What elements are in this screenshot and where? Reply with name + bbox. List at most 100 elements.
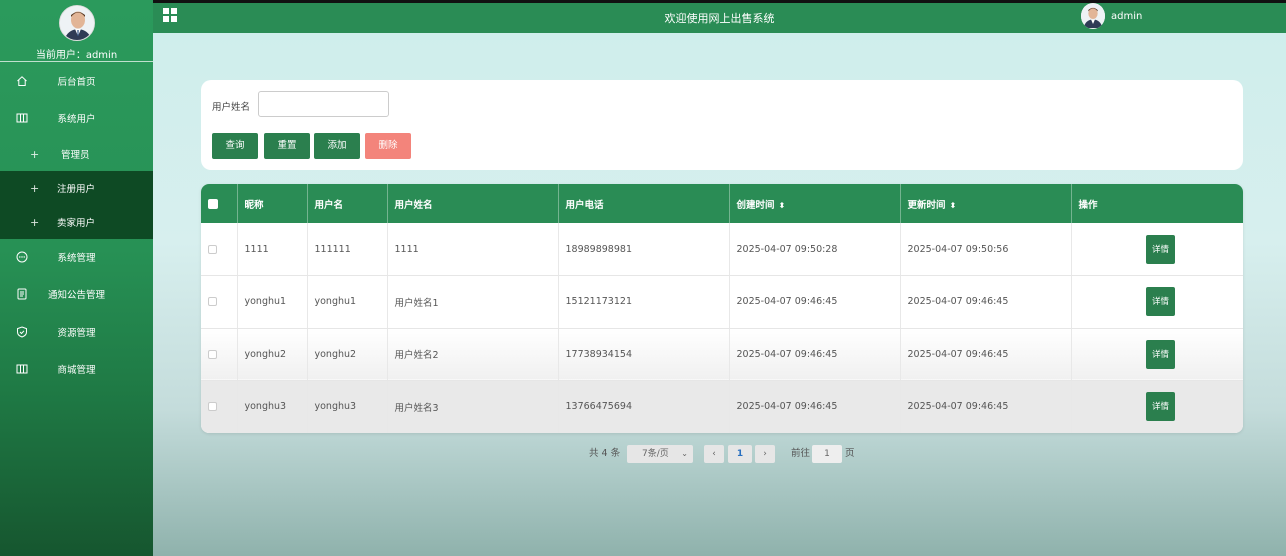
cell-realname: 1111 [387, 223, 559, 276]
sidebar-item-home[interactable]: 后台首页 [0, 63, 153, 99]
sidebar-item-label: 通知公告管理 [47, 290, 105, 301]
query-button[interactable]: 查询 [212, 133, 258, 159]
header-top-border [153, 0, 1286, 3]
current-user-text: 当前用户：admin [0, 46, 153, 61]
sidebar-item-label: 系统用户 [57, 114, 96, 125]
cell-phone: 18989898981 [558, 223, 730, 276]
detail-button[interactable]: 详情 [1146, 339, 1175, 369]
sidebar-item-admins[interactable]: + 管理员 [0, 137, 153, 171]
select-all-checkbox[interactable] [208, 198, 218, 209]
cell-username: 111111 [307, 223, 388, 276]
cell-username: yonghu1 [307, 275, 388, 329]
goto-page-input[interactable]: 1 [812, 445, 842, 463]
page-suffix: 页 [845, 448, 855, 459]
table-row: yonghu3 yonghu3 用户姓名3 13766475694 2025-0… [201, 380, 1243, 433]
cell-username: yonghu2 [307, 328, 388, 381]
cell-nickname: 1111 [237, 223, 308, 276]
user-table: 昵称 用户名 用户姓名 用户电话 创建时间 ⬍ 更新时间 ⬍ 操作 1111 111… [201, 184, 1243, 433]
sidebar-item-seller-users[interactable]: + 卖家用户 [0, 205, 153, 239]
cell-nickname: yonghu3 [237, 380, 308, 433]
column-header: 用户电话 [558, 184, 730, 223]
cell-action: 详情 [1071, 275, 1243, 329]
cell-updated: 2025-04-07 09:46:45 [900, 328, 1072, 381]
row-checkbox[interactable] [208, 244, 217, 254]
reset-button[interactable]: 重置 [264, 133, 310, 159]
row-checkbox[interactable] [208, 402, 217, 412]
header-username[interactable]: admin [1111, 11, 1142, 22]
next-page-button[interactable]: › [755, 445, 775, 463]
table-row: yonghu2 yonghu2 用户姓名2 17738934154 2025-0… [201, 328, 1243, 381]
column-header: 昵称 [237, 184, 308, 223]
chevron-down-icon: ⌄ [681, 449, 688, 458]
select-all-cell[interactable] [201, 184, 238, 223]
cell-action: 详情 [1071, 380, 1243, 433]
row-checkbox[interactable] [208, 349, 217, 359]
avatar[interactable] [1081, 3, 1105, 29]
plus-icon: + [30, 181, 40, 195]
cell-action: 详情 [1071, 328, 1243, 381]
cell-nickname: yonghu1 [237, 275, 308, 329]
column-header-label: 更新时间 [907, 199, 946, 211]
column-header-updated[interactable]: 更新时间 ⬍ [900, 184, 1072, 223]
sidebar-item-system-users[interactable]: 系统用户 [0, 100, 153, 136]
column-header-label: 创建时间 [736, 199, 775, 211]
page-size-value: 7条/页 [642, 449, 669, 459]
sidebar: 当前用户：admin 后台首页 系统用户 + 管理员 + 注册用户 + 卖家用户… [0, 0, 153, 556]
goto-label: 前往 [791, 448, 811, 459]
pagination-total: 共 4 条 [589, 448, 621, 459]
current-user-name: admin [85, 50, 118, 61]
page-number-current[interactable]: 1 [728, 445, 752, 463]
sidebar-item-notices[interactable]: 通知公告管理 [0, 276, 153, 312]
search-panel: 用户姓名 查询 重置 添加 删除 [201, 80, 1243, 170]
page-size-select[interactable]: 7条/页 ⌄ [627, 445, 693, 463]
cell-updated: 2025-04-07 09:46:45 [900, 275, 1072, 329]
plus-icon: + [30, 147, 40, 161]
table-row: 1111 111111 1111 18989898981 2025-04-07 … [201, 223, 1243, 276]
sort-icon[interactable]: ⬍ [950, 201, 957, 210]
cell-created: 2025-04-07 09:46:45 [729, 328, 901, 381]
avatar [59, 5, 95, 41]
prev-page-button[interactable]: ‹ [704, 445, 724, 463]
add-button[interactable]: 添加 [314, 133, 360, 159]
detail-button[interactable]: 详情 [1146, 392, 1175, 422]
row-checkbox-cell[interactable] [201, 275, 238, 329]
cell-action: 详情 [1071, 223, 1243, 276]
search-label: 用户姓名 [212, 102, 251, 113]
detail-button[interactable]: 详情 [1146, 234, 1175, 264]
search-input[interactable] [258, 91, 389, 117]
row-checkbox-cell[interactable] [201, 223, 238, 276]
sidebar-item-resources[interactable]: 资源管理 [0, 314, 153, 350]
sort-icon[interactable]: ⬍ [779, 201, 786, 210]
cell-realname: 用户姓名1 [387, 275, 559, 329]
cell-phone: 15121173121 [558, 275, 730, 329]
sidebar-item-label: 后台首页 [57, 77, 96, 88]
cell-phone: 17738934154 [558, 328, 730, 381]
sidebar-item-registered-users[interactable]: + 注册用户 [0, 171, 153, 205]
plus-icon: + [30, 215, 40, 229]
sidebar-profile: 当前用户：admin [0, 0, 153, 62]
cell-phone: 13766475694 [558, 380, 730, 433]
cell-username: yonghu3 [307, 380, 388, 433]
table-header-row: 昵称 用户名 用户姓名 用户电话 创建时间 ⬍ 更新时间 ⬍ 操作 [201, 184, 1243, 223]
detail-button[interactable]: 详情 [1146, 287, 1175, 317]
cell-realname: 用户姓名2 [387, 328, 559, 381]
row-checkbox-cell[interactable] [201, 380, 238, 433]
sidebar-item-system-management[interactable]: 系统管理 [0, 239, 153, 275]
row-checkbox[interactable] [208, 297, 217, 307]
chevron-right-icon: › [763, 449, 767, 459]
row-checkbox-cell[interactable] [201, 328, 238, 381]
cell-updated: 2025-04-07 09:46:45 [900, 380, 1072, 433]
column-header: 用户名 [307, 184, 388, 223]
cell-updated: 2025-04-07 09:50:56 [900, 223, 1072, 276]
cell-created: 2025-04-07 09:46:45 [729, 380, 901, 433]
table-row: yonghu1 yonghu1 用户姓名1 15121173121 2025-0… [201, 275, 1243, 329]
sidebar-item-label: 管理员 [61, 150, 90, 161]
sidebar-item-label: 商城管理 [57, 365, 96, 376]
column-header-created[interactable]: 创建时间 ⬍ [729, 184, 901, 223]
sidebar-item-label: 系统管理 [57, 253, 96, 264]
cell-realname: 用户姓名3 [387, 380, 559, 433]
chevron-left-icon: ‹ [712, 449, 716, 459]
delete-button[interactable]: 删除 [365, 133, 411, 159]
sidebar-item-mall[interactable]: 商城管理 [0, 351, 153, 387]
sidebar-item-label: 卖家用户 [57, 218, 96, 229]
